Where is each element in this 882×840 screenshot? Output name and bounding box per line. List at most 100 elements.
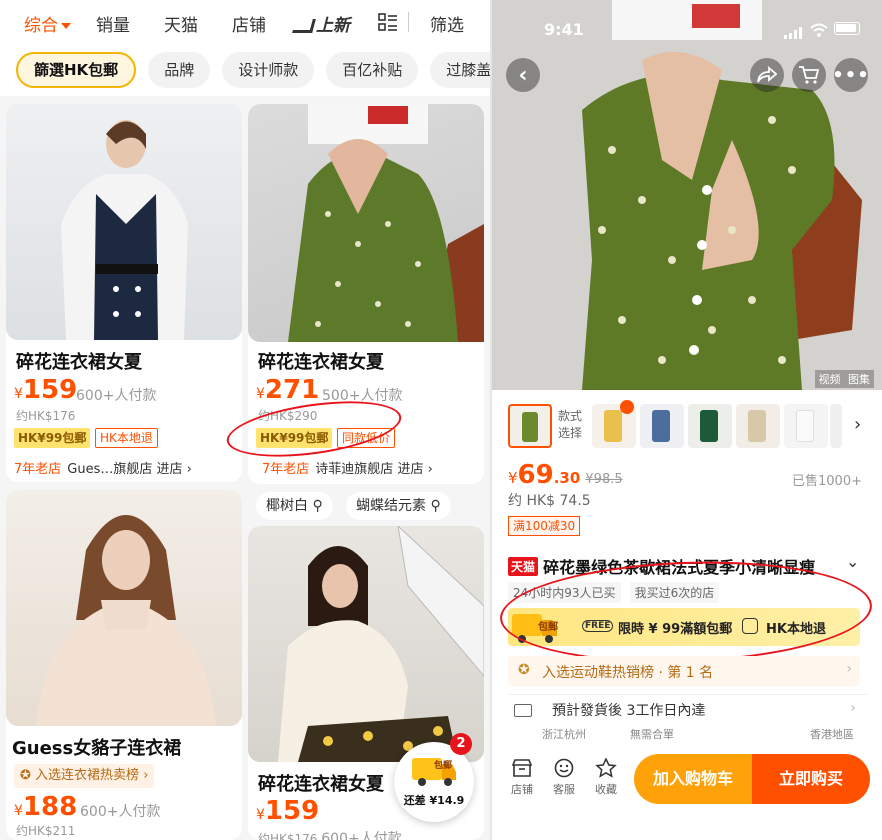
signal-icon — [784, 24, 804, 43]
ranking-badge[interactable]: ✪ 入选连衣裙热卖榜 › — [14, 764, 155, 788]
star-icon — [595, 757, 617, 778]
sort-new-arrival[interactable]: 上新 — [292, 11, 350, 36]
product-image — [248, 526, 484, 762]
sort-comprehensive-label: 综合 — [24, 16, 58, 36]
sort-new-arrival-label: 上新 — [316, 16, 350, 36]
delivery-van-icon — [514, 704, 532, 717]
delivery-row[interactable]: 預計發貨後 3工作日內達 浙江杭州 無需合單 香港地區 › — [508, 700, 868, 746]
price-decimal: .30 — [553, 469, 581, 487]
detail-price: ¥69.30 ¥98.5 — [508, 460, 623, 490]
sort-store[interactable]: 店铺 — [232, 11, 266, 36]
currency-symbol: ¥ — [256, 807, 265, 823]
hk-price-value: 约HK$176 — [258, 832, 318, 840]
product-hero-image: 9:41 ‹ ••• 视频 图集 — [492, 0, 882, 390]
hk-price: 约HK$176 — [16, 409, 76, 423]
product-price: ¥271 — [256, 375, 319, 405]
wifi-icon — [810, 22, 828, 41]
keyword-chip[interactable]: 蝴蝶结元素 ⚲ — [346, 492, 451, 520]
more-button[interactable]: ••• — [832, 58, 869, 92]
fire-icon — [620, 400, 634, 414]
chip-hk-free-shipping[interactable]: 篩選HK包郵 — [16, 52, 137, 88]
style-thumb-partial[interactable] — [830, 404, 842, 448]
share-button[interactable] — [750, 58, 784, 92]
sort-sales[interactable]: 销量 — [96, 11, 130, 36]
smile-chat-icon — [554, 758, 574, 778]
chevron-right-icon: › — [846, 661, 852, 677]
chevron-right-icon[interactable]: › — [854, 414, 861, 435]
product-image — [6, 490, 242, 726]
tab-video[interactable]: 视频 — [819, 373, 841, 386]
tmall-badge: 天猫 — [508, 557, 539, 576]
medal-icon: ✪ — [20, 768, 31, 783]
keyword-label: 椰树白 — [266, 498, 308, 514]
hk-price: 约HK$176 600+人付款 — [258, 828, 402, 840]
original-price: ¥98.5 — [585, 472, 623, 487]
ranking-row[interactable]: ✪ 入选运动鞋热销榜 · 第 1 名 › — [508, 656, 860, 686]
truck-badge-text: 包郵 — [434, 761, 453, 771]
ranking-label: 入选连衣裙热卖榜 — [35, 768, 140, 783]
promo-coupon-tag[interactable]: 满100减30 — [508, 516, 581, 536]
enter-store-link[interactable]: 进店 — [157, 462, 183, 477]
keyword-chip[interactable]: 椰树白 ⚲ — [256, 492, 333, 520]
sort-tmall[interactable]: 天猫 — [164, 11, 198, 36]
shop-age: 7年老店 — [14, 462, 62, 477]
style-thumb[interactable] — [592, 400, 636, 448]
enter-store-link[interactable]: 进店 — [397, 462, 423, 477]
chip-knee-length[interactable]: 过膝盖 — [430, 52, 490, 88]
status-time: 9:41 — [544, 20, 584, 39]
currency-symbol: ¥ — [14, 386, 23, 402]
style-thumb[interactable] — [640, 404, 684, 448]
currency-symbol: ¥ — [508, 469, 518, 487]
paid-count: 600+人付款 — [80, 804, 161, 820]
product-title: 碎花连衣裙女夏 — [16, 352, 142, 373]
caret-down-icon — [61, 23, 71, 29]
hk-shipping-tag: HK¥99包郵 — [14, 428, 91, 448]
paid-count: 600+人付款 — [321, 831, 402, 840]
expand-title-icon[interactable]: ⌄ — [846, 552, 859, 571]
buy-now-button[interactable]: 立即购买 — [752, 754, 870, 804]
screenshot-root: 综合 销量 天猫 店铺 上新 筛选 篩選HK包郵 品牌 设计师款 百亿补贴 过膝… — [0, 0, 882, 840]
style-thumb[interactable] — [736, 404, 780, 448]
grid-view-toggle-icon[interactable] — [378, 12, 398, 37]
product-card[interactable]: Guess女貉子连衣裙 ✪ 入选连衣裙热卖榜 › ¥188 600+人付款 约H… — [6, 490, 242, 840]
chip-subsidy[interactable]: 百亿补贴 — [326, 52, 419, 88]
cart-count-badge: 2 — [450, 733, 472, 755]
search-icon: ⚲ — [430, 498, 441, 514]
cart-button[interactable] — [792, 58, 826, 92]
keyword-label: 蝴蝶结元素 — [356, 498, 426, 514]
media-tabs: 视频 图集 — [814, 370, 874, 388]
search-results-panel: 综合 销量 天猫 店铺 上新 筛选 篩選HK包郵 品牌 设计师款 百亿补贴 过膝… — [0, 0, 490, 840]
back-button[interactable]: ‹ — [506, 58, 540, 92]
style-thumb[interactable] — [688, 404, 732, 448]
product-card[interactable]: 碎花连衣裙女夏 ¥159 600+人付款 约HK$176 HK¥99包郵 HK本… — [6, 104, 242, 482]
shop-name: Gues…旗舰店 — [67, 462, 153, 477]
style-thumb-selected[interactable] — [508, 404, 552, 448]
battery-icon — [834, 22, 860, 35]
filter-chips: 篩選HK包郵 品牌 设计师款 百亿补贴 过膝盖 — [0, 44, 490, 96]
sort-comprehensive[interactable]: 综合 — [24, 11, 71, 36]
free-shipping-gap: 还差 ¥14.9 — [400, 792, 468, 810]
filter-button[interactable]: 筛选 — [430, 11, 464, 36]
store-button[interactable]: 店铺 — [502, 758, 542, 797]
sort-bar: 综合 销量 天猫 店铺 上新 筛选 — [0, 0, 490, 44]
shop-line[interactable]: 7年老店 Gues…旗舰店 进店 › — [14, 458, 192, 478]
bottom-action-bar: 店铺 客服 收藏 加入购物车 立即购买 — [492, 748, 882, 840]
search-icon: ⚲ — [312, 498, 323, 514]
shop-line[interactable]: 7年老店 诗菲迪旗舰店 进店 › — [262, 458, 433, 478]
cart-icon — [799, 66, 820, 84]
hk-price-approx: 约 HK$ 74.5 — [508, 493, 591, 509]
chip-brand[interactable]: 品牌 — [148, 52, 211, 88]
price-value: 159 — [22, 375, 78, 405]
chevron-left-icon: ‹ — [518, 62, 528, 88]
ship-to: 香港地區 — [810, 728, 854, 741]
customer-service-button[interactable]: 客服 — [544, 758, 584, 797]
product-price: ¥188 — [14, 792, 77, 822]
product-price: ¥159 — [14, 375, 77, 405]
add-to-cart-button[interactable]: 加入购物车 — [634, 754, 752, 804]
chevron-right-icon: › — [850, 700, 856, 716]
chip-designer[interactable]: 设计师款 — [222, 52, 315, 88]
store-label: 店铺 — [511, 783, 533, 796]
style-thumb[interactable] — [784, 404, 828, 448]
favorite-button[interactable]: 收藏 — [586, 757, 626, 797]
tab-pictures[interactable]: 图集 — [848, 373, 870, 386]
